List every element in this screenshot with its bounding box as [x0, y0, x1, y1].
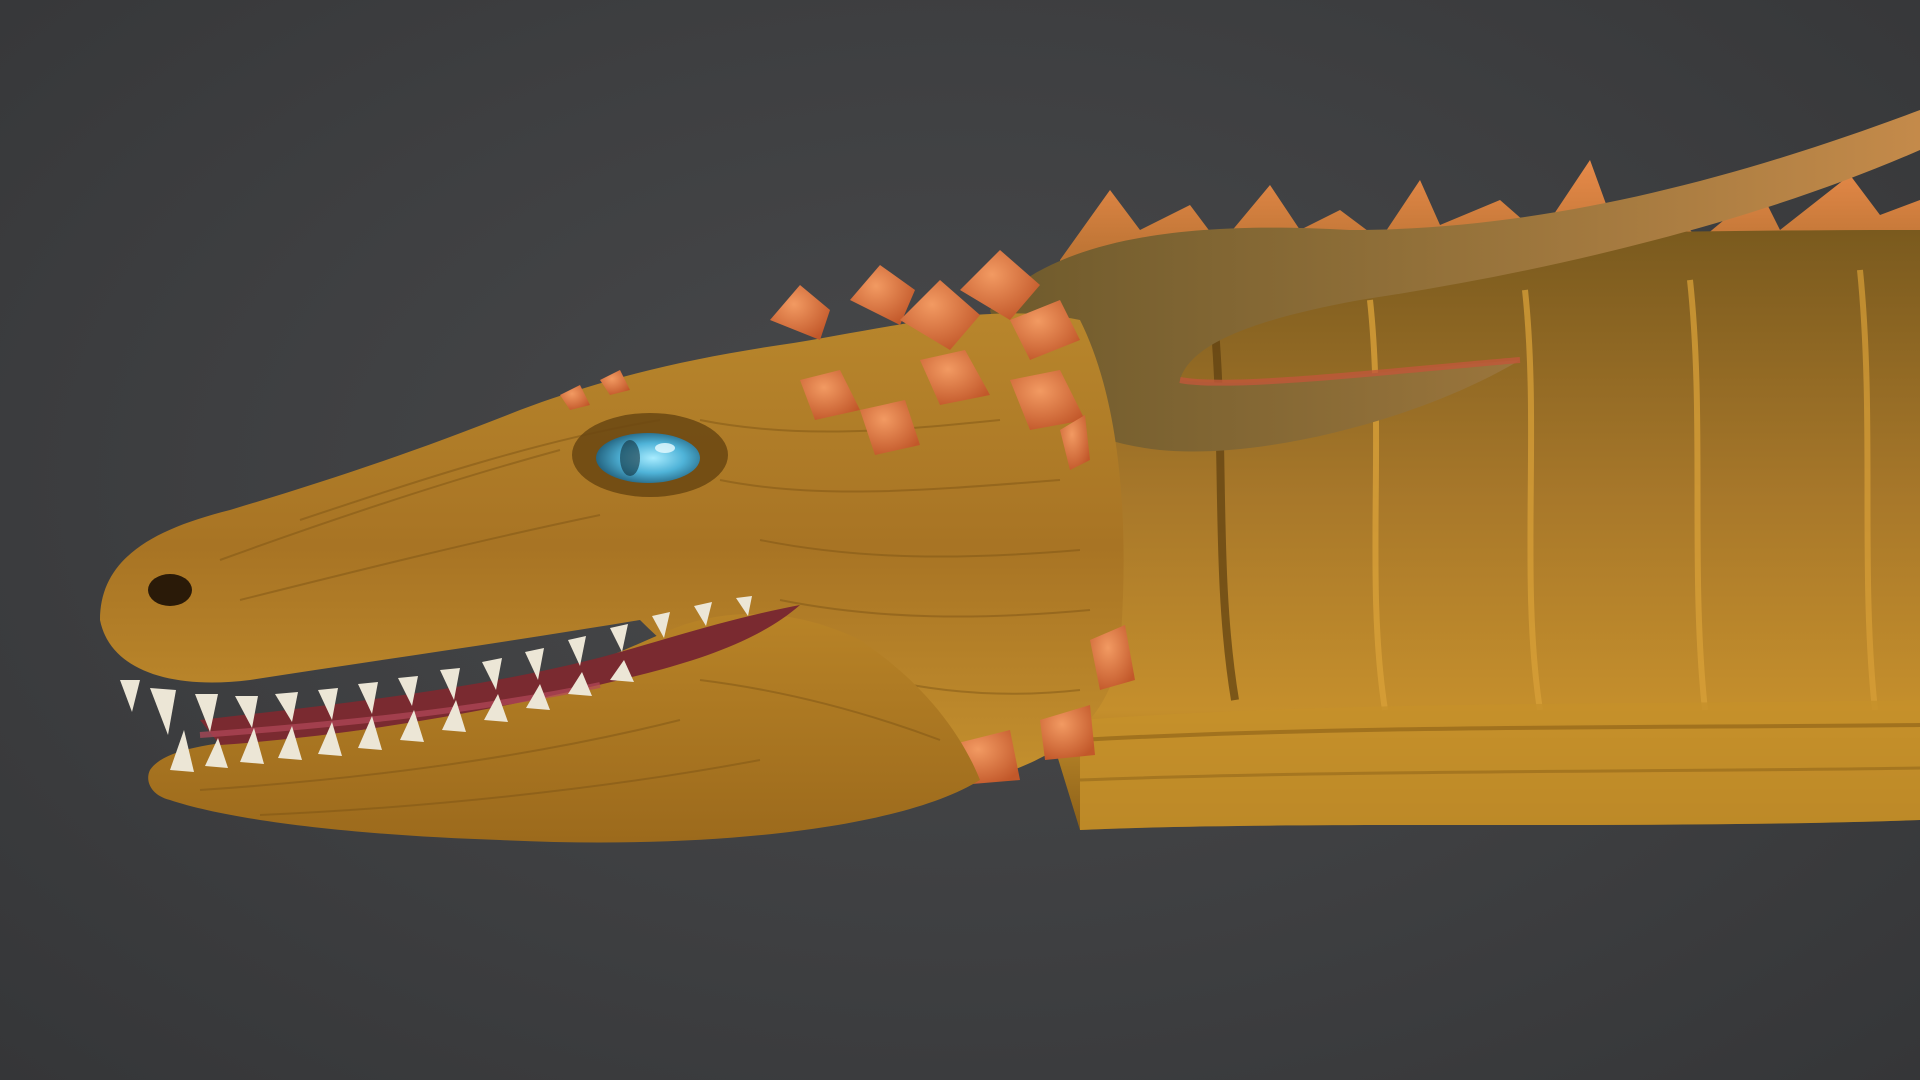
eye-icon [596, 433, 700, 483]
dragon-render [100, 110, 1920, 843]
render-viewport [0, 0, 1920, 1080]
nostril-icon [148, 574, 192, 606]
